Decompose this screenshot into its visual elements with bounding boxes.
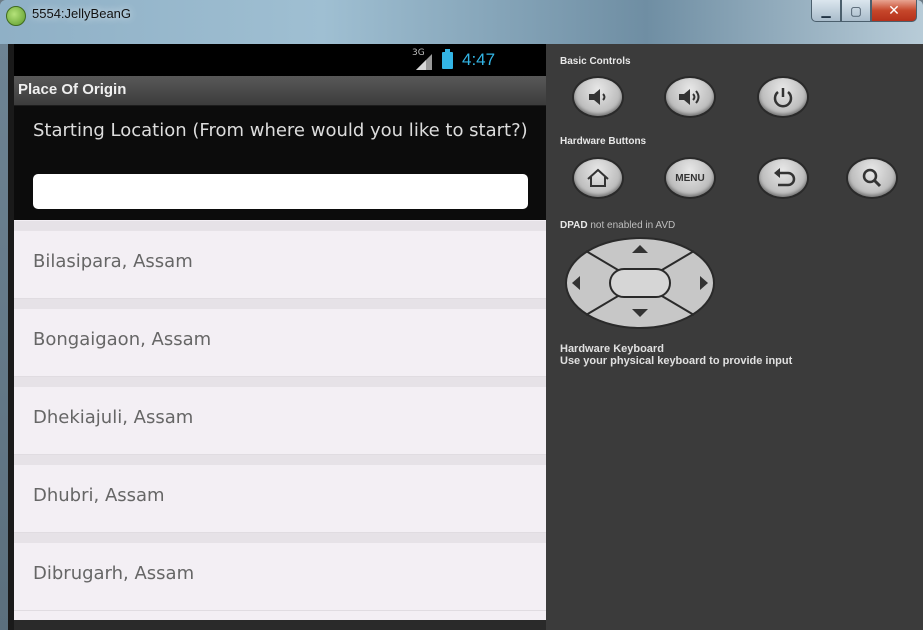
volume-up-icon bbox=[679, 89, 700, 105]
volume-down-button[interactable] bbox=[572, 76, 624, 118]
action-bar: Place Of Origin bbox=[14, 76, 546, 106]
menu-button-label: MENU bbox=[675, 172, 705, 184]
starting-location-label: Starting Location (From where would you … bbox=[33, 120, 528, 141]
status-bar: 3G 4:47 bbox=[14, 44, 546, 76]
location-item-bongaigaon[interactable]: Bongaigaon, Assam bbox=[14, 299, 546, 377]
power-icon bbox=[773, 88, 793, 108]
dpad-status-label: DPAD not enabled in AVD bbox=[560, 220, 675, 231]
clock: 4:47 bbox=[462, 50, 496, 69]
location-item-dibrugarh[interactable]: Dibrugarh, Assam bbox=[14, 533, 546, 611]
emulator-controls-panel: Basic Controls Hardware Buttons MENU DPA… bbox=[546, 44, 923, 630]
home-button[interactable] bbox=[572, 157, 624, 199]
dpad-control[interactable] bbox=[564, 237, 716, 329]
close-button[interactable]: ✕ bbox=[871, 0, 917, 22]
location-item-label: Bongaigaon, Assam bbox=[33, 329, 212, 350]
location-item-label: Dhubri, Assam bbox=[33, 485, 165, 506]
location-item-bilasipara[interactable]: Bilasipara, Assam bbox=[14, 221, 546, 299]
hardware-buttons-label: Hardware Buttons bbox=[560, 136, 647, 147]
volume-down-icon bbox=[589, 89, 606, 105]
power-button[interactable] bbox=[757, 76, 809, 118]
volume-up-button[interactable] bbox=[664, 76, 716, 118]
dpad-label-strong: DPAD bbox=[560, 220, 588, 231]
basic-controls-label: Basic Controls bbox=[560, 56, 631, 67]
hardware-keyboard-title: Hardware Keyboard bbox=[560, 343, 664, 355]
phone-screen: 3G 4:47 Place Of Origin Starting Locatio… bbox=[14, 44, 546, 625]
search-icon bbox=[862, 168, 882, 188]
window-controls: ▁ ▢ ✕ bbox=[811, 0, 917, 26]
home-icon bbox=[587, 168, 609, 187]
location-item-dhubri[interactable]: Dhubri, Assam bbox=[14, 455, 546, 533]
menu-button[interactable]: MENU bbox=[664, 157, 716, 199]
origin-form: Starting Location (From where would you … bbox=[14, 106, 546, 220]
page-title: Place Of Origin bbox=[18, 81, 127, 98]
search-button[interactable] bbox=[846, 157, 898, 199]
starting-location-input[interactable] bbox=[33, 174, 528, 209]
back-icon bbox=[774, 168, 796, 187]
location-list: Bilasipara, Assam Bongaigaon, Assam Dhek… bbox=[14, 221, 546, 611]
location-item-label: Bilasipara, Assam bbox=[33, 251, 193, 272]
hardware-keyboard-info: Hardware Keyboard Use your physical keyb… bbox=[560, 343, 792, 367]
phone-frame-bottom bbox=[14, 620, 546, 630]
hardware-keyboard-desc: Use your physical keyboard to provide in… bbox=[560, 355, 793, 367]
location-item-dhekiajuli[interactable]: Dhekiajuli, Assam bbox=[14, 377, 546, 455]
maximize-button[interactable]: ▢ bbox=[841, 0, 871, 22]
signal-icon bbox=[416, 54, 432, 70]
android-emulator-icon bbox=[6, 6, 26, 26]
title-bar[interactable]: 5554:JellyBeanG ▁ ▢ ✕ bbox=[0, 0, 923, 44]
location-item-label: Dibrugarh, Assam bbox=[33, 563, 195, 584]
window-title: 5554:JellyBeanG bbox=[32, 6, 132, 21]
dpad-label-rest: not enabled in AVD bbox=[587, 220, 676, 231]
location-item-label: Dhekiajuli, Assam bbox=[33, 407, 194, 428]
back-button[interactable] bbox=[757, 157, 809, 199]
battery-charging-icon bbox=[442, 49, 453, 69]
minimize-button[interactable]: ▁ bbox=[811, 0, 841, 22]
